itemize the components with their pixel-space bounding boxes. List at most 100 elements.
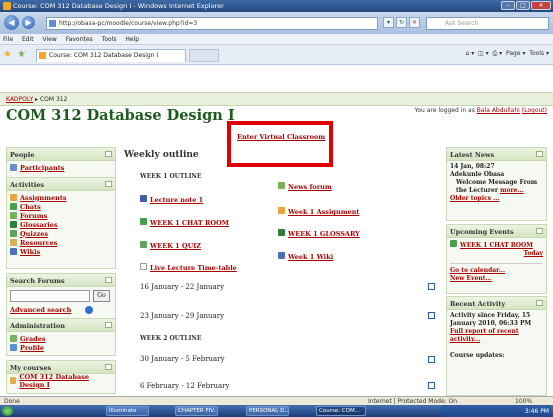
participants-link[interactable]: Participants (10, 163, 112, 172)
collapse-icon[interactable] (105, 322, 112, 328)
feeds-icon[interactable]: ◫ ▾ (478, 50, 489, 57)
admin-profile[interactable]: Profile (10, 343, 112, 352)
chat-icon (140, 218, 147, 225)
tools-menu[interactable]: Tools (529, 50, 544, 57)
menu-file[interactable]: File (3, 36, 13, 43)
home-icon[interactable]: ⌂ ▾ (465, 50, 474, 57)
week-date-2: 23 January - 29 January (140, 312, 225, 320)
activity-chats[interactable]: Chats (10, 202, 112, 211)
taskbar-item-chapter[interactable]: CHAPTER FIV... (175, 406, 218, 416)
full-report-link[interactable]: Full report of recent activity... (450, 328, 519, 343)
glossary-icon (10, 221, 17, 228)
week1-glossary-link[interactable]: WEEK 1 GLOSSARY (278, 229, 360, 238)
week1-chat-link[interactable]: WEEK 1 CHAT ROOM (140, 218, 229, 227)
menu-tools[interactable]: Tools (102, 36, 117, 43)
new-event-link[interactable]: New Event... (450, 275, 492, 282)
forum-search-input[interactable] (10, 290, 90, 302)
dropdown-icon[interactable]: ▾ (383, 17, 394, 28)
event-when-link[interactable]: Today (524, 250, 543, 257)
week1-quiz-link[interactable]: WEEK 1 QUIZ (140, 241, 201, 250)
activity-glossaries[interactable]: Glossaries (10, 220, 112, 229)
minimize-button[interactable]: – (501, 1, 515, 10)
zoom-level[interactable]: 100% (515, 398, 532, 405)
week-date-3: 30 January - 5 February (140, 355, 225, 363)
collapse-icon[interactable] (105, 181, 112, 187)
status-bar: Done Internet | Protected Mode: On 100% (0, 396, 553, 405)
admin-grades[interactable]: Grades (10, 334, 112, 343)
user-link[interactable]: Bala Abdullahi (477, 107, 520, 114)
taskbar-item-personal[interactable]: PERSONAL D... (246, 406, 289, 416)
page-menu[interactable]: Page (506, 50, 521, 57)
menu-help[interactable]: Help (125, 36, 139, 43)
breadcrumb-home-link[interactable]: KADPOLY (6, 96, 33, 103)
search-placeholder: Ask Search (445, 20, 479, 27)
glossary-icon (278, 229, 285, 236)
window-title: Course: COM 312 Database Design I - Wind… (13, 2, 224, 10)
weekly-outline-heading: Weekly outline (124, 150, 199, 160)
live-timetable-link[interactable]: Live Lecture Time-table (140, 263, 237, 272)
address-input[interactable]: http://obasa-pc/moodle/course/view.php?i… (46, 17, 378, 30)
go-to-calendar-link[interactable]: Go to calendar... (450, 267, 505, 274)
activity-assignments[interactable]: Assignments (10, 193, 112, 202)
activity-forums[interactable]: Forums (10, 211, 112, 220)
activity-resources[interactable]: Resources (10, 238, 112, 247)
maximize-button[interactable]: □ (516, 1, 530, 10)
tab-course[interactable]: Course: COM 312 Database Design I (36, 49, 186, 62)
print-icon[interactable]: ⎙ ▾ (492, 50, 502, 57)
taskbar: Illuminate CHAPTER FIV... PERSONAL D... … (0, 405, 553, 417)
upcoming-events-block: Upcoming Events WEEK 1 CHAT ROOM Today G… (446, 224, 547, 294)
collapse-icon[interactable] (105, 151, 112, 157)
older-topics-link[interactable]: Older topics ... (450, 195, 499, 202)
news-forum-link[interactable]: News forum (278, 182, 332, 191)
taskbar-item-illuminate[interactable]: Illuminate (106, 406, 149, 416)
show-week-icon[interactable] (428, 283, 435, 290)
show-week-icon[interactable] (428, 312, 435, 319)
people-block-title: People (7, 148, 115, 161)
collapse-icon[interactable] (536, 151, 543, 157)
clock: 3:46 PM (524, 408, 549, 415)
wiki-icon (278, 252, 285, 259)
week1-assignment-link[interactable]: Week 1 Assignment (278, 207, 359, 216)
lecture-note-link[interactable]: Lecture note 1 (140, 195, 203, 204)
news-more-link[interactable]: more... (500, 187, 524, 194)
recent-activity-block: Recent Activity Activity since Friday, 1… (446, 296, 547, 396)
collapse-icon[interactable] (536, 300, 543, 306)
help-icon[interactable] (85, 306, 93, 314)
search-input[interactable]: Ask Search (426, 17, 549, 30)
add-favorite-icon[interactable]: ★ (17, 49, 26, 60)
logout-link[interactable]: (Logout) (522, 107, 547, 114)
close-button[interactable]: ✕ (531, 1, 551, 10)
show-week-icon[interactable] (428, 356, 435, 363)
back-button[interactable]: ◀ (4, 15, 19, 30)
stop-icon[interactable]: ✕ (409, 17, 420, 28)
forum-search-go-button[interactable]: Go (93, 290, 110, 302)
my-course-item[interactable]: COM 312 Database Design I (10, 374, 112, 389)
collapse-icon[interactable] (105, 364, 112, 370)
new-tab-button[interactable] (189, 49, 219, 62)
tab-favicon (39, 52, 46, 59)
menu-view[interactable]: View (43, 36, 57, 43)
page-icon (49, 20, 56, 27)
collapse-icon[interactable] (105, 277, 112, 283)
collapse-icon[interactable] (536, 228, 543, 234)
url-text: http://obasa-pc/moodle/course/view.php?i… (59, 20, 198, 27)
taskbar-item-course[interactable]: Course: COM... (316, 406, 366, 416)
show-week-icon[interactable] (428, 382, 435, 389)
advanced-search-link[interactable]: Advanced search (10, 306, 71, 314)
virtual-classroom-link[interactable]: Enter Virtual Classroom (237, 133, 325, 141)
week1-wiki-link[interactable]: Week 1 Wiki (278, 252, 333, 261)
menu-edit[interactable]: Edit (22, 36, 34, 43)
start-button[interactable] (2, 406, 13, 416)
refresh-icon[interactable]: ↻ (396, 17, 407, 28)
address-buttons: ▾ ↻ ✕ (383, 17, 420, 28)
highlight-box (227, 121, 333, 167)
menu-bar: File Edit View Favorites Tools Help (0, 34, 553, 45)
forward-button[interactable]: ▶ (22, 16, 35, 29)
event-item[interactable]: WEEK 1 CHAT ROOM (450, 240, 543, 250)
chat-icon (450, 240, 457, 247)
activity-quizzes[interactable]: Quizzes (10, 229, 112, 238)
menu-favorites[interactable]: Favorites (66, 36, 93, 43)
favorites-star-icon[interactable]: ★ (3, 49, 12, 60)
assignment-icon (10, 194, 17, 201)
activity-wikis[interactable]: Wikis (10, 247, 112, 256)
